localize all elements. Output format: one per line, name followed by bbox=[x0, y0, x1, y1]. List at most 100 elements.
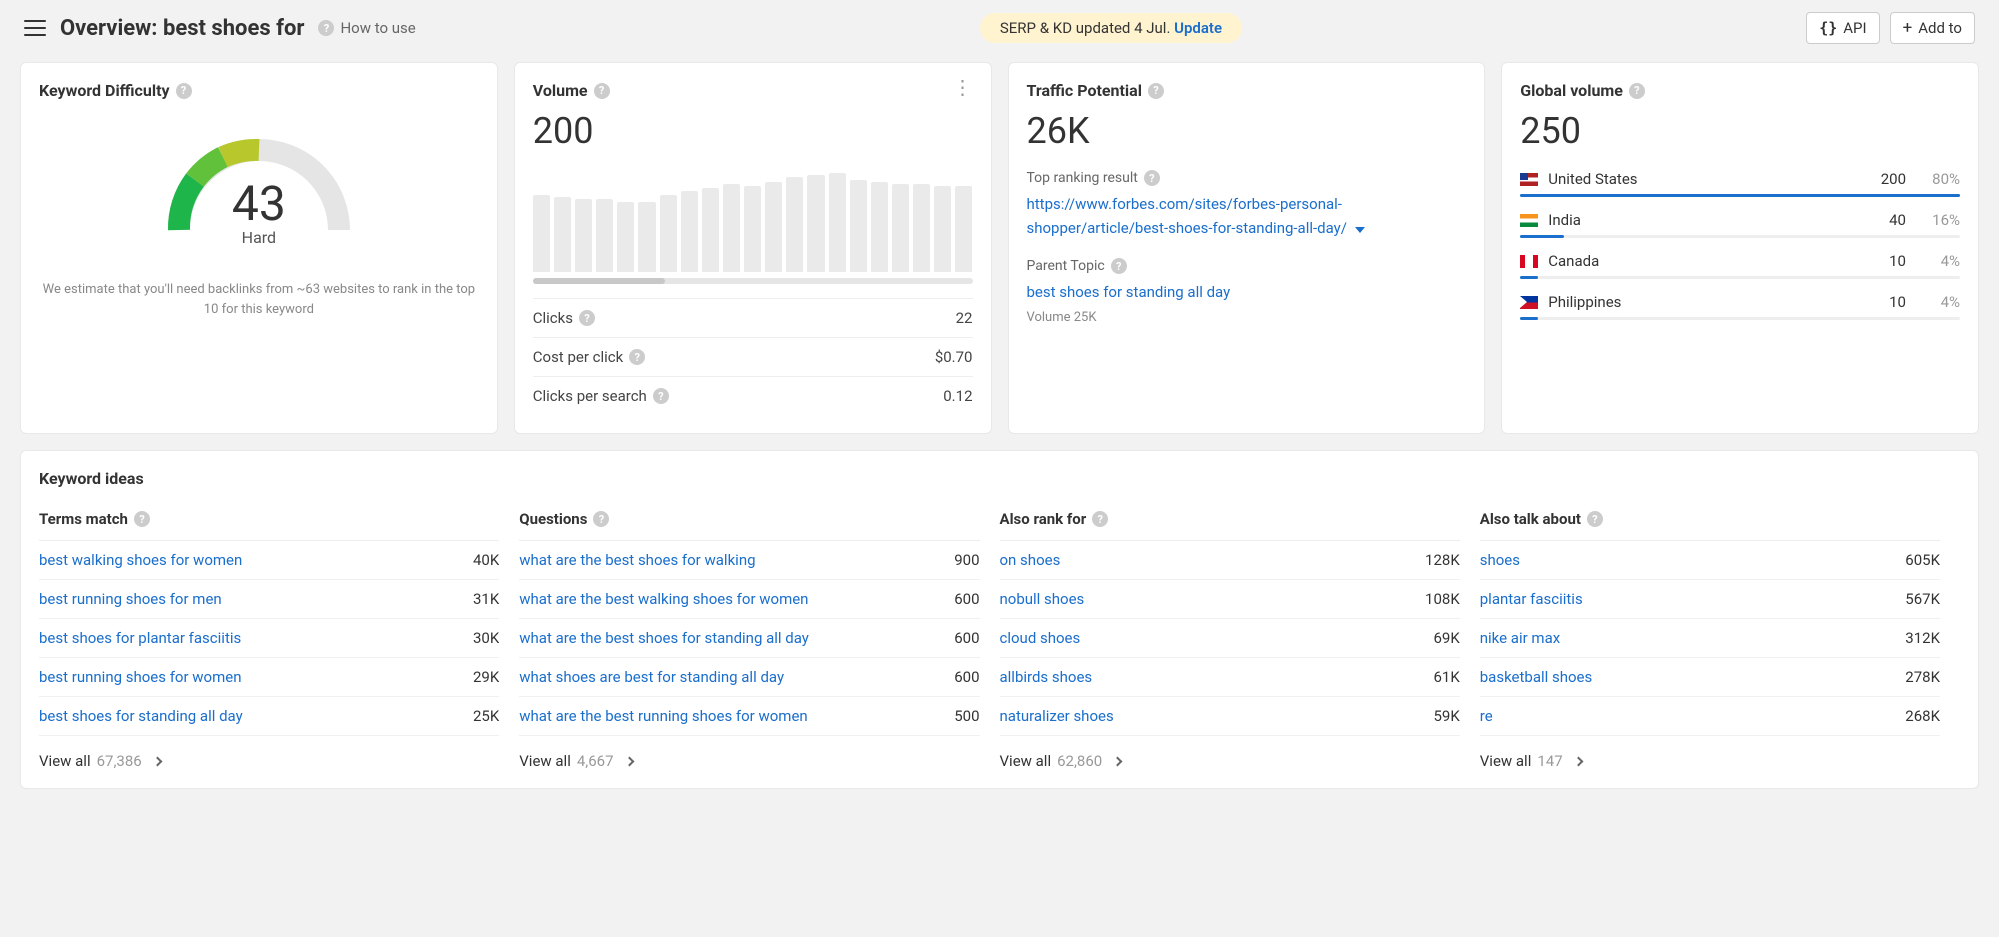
keyword-row: what are the best shoes for walking900 bbox=[519, 541, 979, 580]
view-all-link[interactable]: View all 67,386 bbox=[39, 736, 499, 784]
top-ranking-label: Top ranking result bbox=[1027, 170, 1138, 186]
volume-bar bbox=[681, 191, 698, 272]
country-row[interactable]: Philippines104% bbox=[1520, 285, 1960, 326]
keyword-row: best shoes for standing all day25K bbox=[39, 697, 499, 736]
keyword-row: nobull shoes108K bbox=[1000, 580, 1460, 619]
keyword-link[interactable]: nike air max bbox=[1480, 629, 1560, 647]
keyword-link[interactable]: on shoes bbox=[1000, 551, 1061, 569]
help-icon[interactable]: ? bbox=[579, 310, 595, 326]
help-icon[interactable]: ? bbox=[1111, 258, 1127, 274]
view-all-link[interactable]: View all 4,667 bbox=[519, 736, 979, 784]
keyword-link[interactable]: what shoes are best for standing all day bbox=[519, 668, 784, 686]
traffic-title: Traffic Potential bbox=[1027, 81, 1142, 100]
keyword-link[interactable]: re bbox=[1480, 707, 1493, 725]
country-row[interactable]: Canada104% bbox=[1520, 244, 1960, 285]
chart-scrollbar[interactable] bbox=[533, 278, 973, 284]
help-icon[interactable]: ? bbox=[1148, 83, 1164, 99]
volume-bar bbox=[807, 175, 824, 272]
keyword-row: nike air max312K bbox=[1480, 619, 1940, 658]
country-row[interactable]: India4016% bbox=[1520, 203, 1960, 244]
volume-bar bbox=[617, 202, 634, 272]
parent-topic-label: Parent Topic bbox=[1027, 258, 1105, 274]
keyword-link[interactable]: what are the best running shoes for wome… bbox=[519, 707, 807, 725]
keyword-link[interactable]: best running shoes for women bbox=[39, 668, 242, 686]
help-icon[interactable]: ? bbox=[1144, 170, 1160, 186]
volume-bar bbox=[554, 197, 571, 272]
keyword-link[interactable]: best running shoes for men bbox=[39, 590, 222, 608]
parent-topic-link[interactable]: best shoes for standing all day bbox=[1027, 283, 1231, 301]
parent-topic-volume: Volume 25K bbox=[1027, 310, 1467, 325]
keyword-link[interactable]: naturalizer shoes bbox=[1000, 707, 1114, 725]
keyword-link[interactable]: nobull shoes bbox=[1000, 590, 1085, 608]
volume-title: Volume bbox=[533, 81, 588, 100]
top-ranking-link[interactable]: https://www.forbes.com/sites/forbes-pers… bbox=[1027, 195, 1365, 237]
update-link[interactable]: Update bbox=[1174, 19, 1222, 37]
help-icon[interactable]: ? bbox=[629, 349, 645, 365]
keyword-link[interactable]: what are the best shoes for walking bbox=[519, 551, 755, 569]
volume-bar-chart bbox=[533, 162, 973, 272]
country-row[interactable]: United States20080% bbox=[1520, 162, 1960, 203]
keyword-row: shoes605K bbox=[1480, 541, 1940, 580]
volume-bar bbox=[596, 199, 613, 272]
difficulty-label: Hard bbox=[159, 228, 359, 247]
help-icon[interactable]: ? bbox=[594, 83, 610, 99]
help-icon[interactable]: ? bbox=[1629, 83, 1645, 99]
help-icon[interactable]: ? bbox=[1587, 511, 1603, 527]
volume-bar bbox=[660, 195, 677, 272]
keyword-link[interactable]: best shoes for plantar fasciitis bbox=[39, 629, 241, 647]
keyword-link[interactable]: best walking shoes for women bbox=[39, 551, 242, 569]
view-all-link[interactable]: View all 147 bbox=[1480, 736, 1940, 784]
api-button[interactable]: {} API bbox=[1806, 12, 1879, 44]
keyword-row: best running shoes for women29K bbox=[39, 658, 499, 697]
volume-bar bbox=[871, 182, 888, 272]
flag-icon bbox=[1520, 214, 1538, 227]
keyword-link[interactable]: allbirds shoes bbox=[1000, 668, 1093, 686]
volume-card: ⋮ Volume ? 200 Clicks ?22Cost per click … bbox=[514, 62, 992, 434]
volume-bar bbox=[934, 186, 951, 272]
keyword-row: plantar fasciitis567K bbox=[1480, 580, 1940, 619]
help-icon[interactable]: ? bbox=[176, 83, 192, 99]
page-title: Overview: best shoes for bbox=[60, 16, 304, 41]
volume-bar bbox=[533, 195, 550, 272]
help-icon[interactable]: ? bbox=[653, 388, 669, 404]
volume-bar bbox=[744, 186, 761, 272]
volume-bar bbox=[892, 184, 909, 272]
volume-bar bbox=[638, 202, 655, 272]
view-all-link[interactable]: View all 62,860 bbox=[1000, 736, 1460, 784]
keyword-row: cloud shoes69K bbox=[1000, 619, 1460, 658]
menu-icon[interactable] bbox=[24, 20, 46, 36]
keyword-link[interactable]: cloud shoes bbox=[1000, 629, 1081, 647]
kebab-icon[interactable]: ⋮ bbox=[953, 75, 973, 99]
chevron-right-icon bbox=[1113, 756, 1123, 766]
keyword-row: what are the best running shoes for wome… bbox=[519, 697, 979, 736]
add-to-button[interactable]: + Add to bbox=[1890, 12, 1975, 44]
help-icon[interactable]: ? bbox=[593, 511, 609, 527]
volume-bar bbox=[913, 184, 930, 272]
keyword-link[interactable]: basketball shoes bbox=[1480, 668, 1593, 686]
volume-stat-row: Clicks ?22 bbox=[533, 298, 973, 337]
help-icon[interactable]: ? bbox=[1092, 511, 1108, 527]
how-to-use-link[interactable]: ? How to use bbox=[318, 19, 415, 37]
keyword-link[interactable]: shoes bbox=[1480, 551, 1520, 569]
help-icon: ? bbox=[318, 20, 334, 36]
keyword-row: what are the best walking shoes for wome… bbox=[519, 580, 979, 619]
volume-stat-row: Clicks per search ?0.12 bbox=[533, 376, 973, 415]
keyword-link[interactable]: what are the best walking shoes for wome… bbox=[519, 590, 808, 608]
keyword-row: basketball shoes278K bbox=[1480, 658, 1940, 697]
difficulty-gauge: 43 Hard bbox=[159, 120, 359, 250]
topbar: Overview: best shoes for ? How to use SE… bbox=[20, 0, 1979, 62]
update-banner: SERP & KD updated 4 Jul. Update bbox=[980, 13, 1242, 43]
keyword-link[interactable]: what are the best shoes for standing all… bbox=[519, 629, 809, 647]
help-icon[interactable]: ? bbox=[134, 511, 150, 527]
volume-bar bbox=[829, 173, 846, 272]
chevron-right-icon bbox=[624, 756, 634, 766]
global-title: Global volume bbox=[1520, 81, 1623, 100]
chevron-down-icon[interactable] bbox=[1355, 227, 1365, 233]
flag-icon bbox=[1520, 296, 1538, 309]
keyword-link[interactable]: best shoes for standing all day bbox=[39, 707, 243, 725]
plus-icon: + bbox=[1903, 20, 1913, 37]
keyword-row: best walking shoes for women40K bbox=[39, 541, 499, 580]
keyword-link[interactable]: plantar fasciitis bbox=[1480, 590, 1583, 608]
code-icon: {} bbox=[1819, 19, 1837, 37]
volume-stat-row: Cost per click ?$0.70 bbox=[533, 337, 973, 376]
